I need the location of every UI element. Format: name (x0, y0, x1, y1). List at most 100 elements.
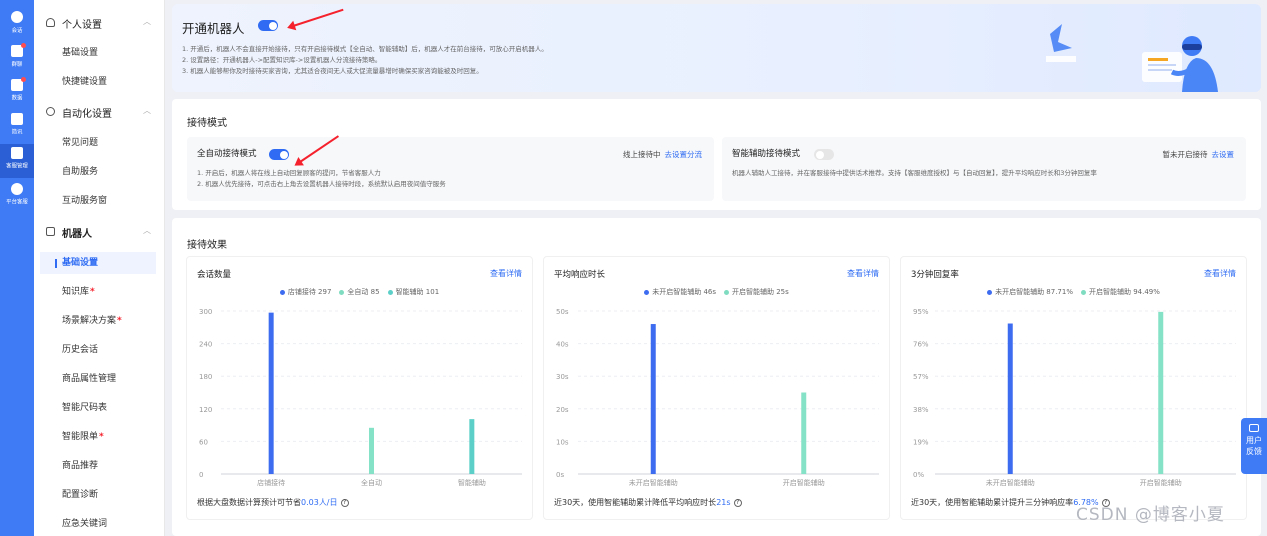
y-tick-label: 180 (199, 373, 212, 381)
unread-dot (21, 77, 26, 82)
y-tick-label: 0 (199, 471, 203, 479)
sidebar-item-self-service[interactable]: 自助服务 (40, 161, 156, 183)
bar[interactable] (801, 392, 807, 475)
assist-mode-description: 机器人辅助人工接待，并在客服接待中提供话术推荐。支持【客服维度授权】与【自动回复… (732, 169, 1097, 177)
bar[interactable] (650, 324, 656, 474)
chart-legend: 未开启智能辅助 87.71% 开启智能辅助 94.49% (901, 287, 1246, 297)
rail-item[interactable]: 简讯 (0, 110, 34, 144)
rail-item[interactable]: 会话 (0, 8, 34, 42)
y-tick-label: 120 (199, 406, 212, 414)
y-tick-label: 38% (913, 406, 929, 414)
rail-item[interactable]: 数据 (0, 76, 34, 110)
sidebar-item-robot[interactable]: 基础设置 (40, 252, 156, 274)
bar[interactable] (1158, 311, 1164, 474)
sidebar-item-shortcuts[interactable]: 快捷键设置 (40, 71, 156, 93)
bar-chart: 300 240 180 120 60 0 店铺接待 全自动 智能辅助 (199, 308, 522, 487)
sidebar-item-robot[interactable]: 知识库* (40, 281, 156, 303)
auto-mode-card: 全自动接待模式 线上接待中 去设置分流 1. 开启后，机器人将在线上自动回复顾客的… (187, 135, 714, 201)
sidebar-item-robot[interactable]: 场景解决方案* (40, 310, 156, 332)
legend-item: 未开启智能辅助 87.71% (987, 288, 1073, 296)
x-category-label: 未开启智能辅助 (629, 478, 678, 487)
legend-dot (987, 289, 993, 295)
robot-banner: 开通机器人 1. 开通后，机器人不会直接开始接待，只有开启接待模式【全自动、智能… (172, 4, 1261, 92)
sidebar-item-robot[interactable]: 智能限单* (40, 426, 156, 448)
y-tick-label: 60 (199, 438, 208, 446)
feedback-button[interactable]: 用户反馈 (1241, 418, 1267, 474)
y-tick-label: 20s (556, 406, 569, 414)
assist-mode-status: 暂未开启接待 去设置 (1162, 150, 1235, 159)
robot-icon (46, 227, 55, 236)
panel-title: 3分钟回复率 (911, 270, 959, 280)
unread-dot (21, 43, 26, 48)
bar[interactable] (268, 312, 274, 474)
sidebar-item-robot[interactable]: 智能尺码表 (40, 397, 156, 419)
rail-item[interactable]: 群聊 (0, 42, 34, 76)
sidebar-item-basic[interactable]: 基础设置 (40, 42, 156, 64)
auto-mode-description: 1. 开启后，机器人将在线上自动回复顾客的提问，节省客服人力 2. 机器人优先接… (197, 169, 446, 188)
app-rail: 会话 群聊 数据 简讯 客服管理 平台客服 (0, 0, 34, 536)
legend-item: 未开启智能辅助 46s (644, 288, 716, 296)
x-category-label: 未开启智能辅助 (986, 478, 1035, 487)
red-arrow-annotation (289, 8, 344, 28)
assist-mode-toggle[interactable] (814, 149, 834, 160)
y-tick-label: 30s (556, 373, 569, 381)
assist-mode-setting-link[interactable]: 去设置 (1212, 150, 1235, 159)
view-details-link[interactable]: 查看详情 (1204, 268, 1236, 279)
sidebar-item-robot[interactable]: 配置诊断 (40, 484, 156, 506)
bar-chart: 95% 76% 57% 38% 19% 0% 未开启智能辅助 开启智能辅助 (913, 308, 1236, 487)
sidebar-item-robot[interactable]: 历史会话 (40, 339, 156, 361)
y-tick-label: 0% (913, 471, 924, 479)
y-tick-label: 57% (913, 373, 929, 381)
legend-dot (339, 289, 345, 295)
legend-item: 开启智能辅助 94.49% (1081, 288, 1160, 296)
assist-mode-card: 智能辅助接待模式 暂未开启接待 去设置 机器人辅助人工接待，并在客服接待中提供话术… (722, 137, 1246, 201)
bar[interactable] (369, 427, 374, 474)
legend-dot (387, 289, 393, 295)
legend-item: 智能辅助 101 (387, 288, 439, 296)
view-details-link[interactable]: 查看详情 (490, 268, 522, 279)
sidebar-item-robot[interactable]: 商品属性管理 (40, 368, 156, 390)
rail-item[interactable]: 客服管理 (0, 144, 34, 178)
legend-item: 开启智能辅助 25s (724, 288, 789, 296)
group-robot[interactable]: 机器人 ︿ (34, 221, 165, 243)
y-tick-label: 50s (556, 308, 569, 316)
chevron-up-icon: ︿ (143, 226, 151, 235)
grid-icon (11, 147, 23, 159)
effects-title: 接待效果 (187, 240, 227, 251)
group-automation[interactable]: 自动化设置 ︿ (34, 101, 165, 123)
rail-item[interactable]: 平台客服 (0, 180, 34, 214)
chat-icon (11, 11, 23, 23)
bar[interactable] (1007, 323, 1013, 474)
robot-enable-toggle[interactable] (258, 20, 278, 31)
support-icon (11, 183, 23, 195)
sidebar-item-faq[interactable]: 常见问题 (40, 132, 156, 154)
y-tick-label: 10s (556, 438, 569, 446)
legend-dot (279, 289, 285, 295)
effect-panel: 平均响应时长 查看详情 未开启智能辅助 46s 开启智能辅助 25s 近30天，使用智能… (543, 256, 890, 520)
panel-title: 会话数量 (197, 270, 232, 280)
auto-mode-toggle[interactable] (269, 149, 289, 160)
x-category-label: 店铺接待 (257, 478, 285, 487)
bar[interactable] (469, 419, 475, 474)
auto-mode-setting-link[interactable]: 去设置分流 (665, 150, 703, 159)
data-icon (11, 77, 26, 91)
effect-panel: 3分钟回复率 查看详情 未开启智能辅助 87.71% 开启智能辅助 94.49% 近30… (900, 256, 1247, 520)
user-icon (46, 18, 55, 27)
x-category-label: 全自动 (361, 478, 382, 487)
legend-item: 店铺接待 297 (279, 288, 331, 296)
modes-title: 接待模式 (187, 118, 227, 129)
group-icon (11, 43, 26, 57)
legend-dot (1081, 289, 1086, 295)
required-mark: * (90, 287, 95, 297)
view-details-link[interactable]: 查看详情 (847, 268, 879, 279)
mail-icon (11, 113, 23, 125)
sidebar-item-robot[interactable]: 商品推荐 (40, 455, 156, 477)
group-personal[interactable]: 个人设置 ︿ (34, 12, 165, 34)
sidebar-item-robot[interactable]: 应急关键词 (40, 513, 156, 535)
y-tick-label: 76% (913, 341, 929, 349)
robot-illustration (1046, 24, 1218, 92)
sidebar-item-interactive-window[interactable]: 互动服务窗 (40, 190, 156, 212)
required-mark: * (99, 432, 104, 442)
watermark: CSDN @博客小夏 (1076, 505, 1225, 525)
y-tick-label: 19% (913, 438, 929, 446)
